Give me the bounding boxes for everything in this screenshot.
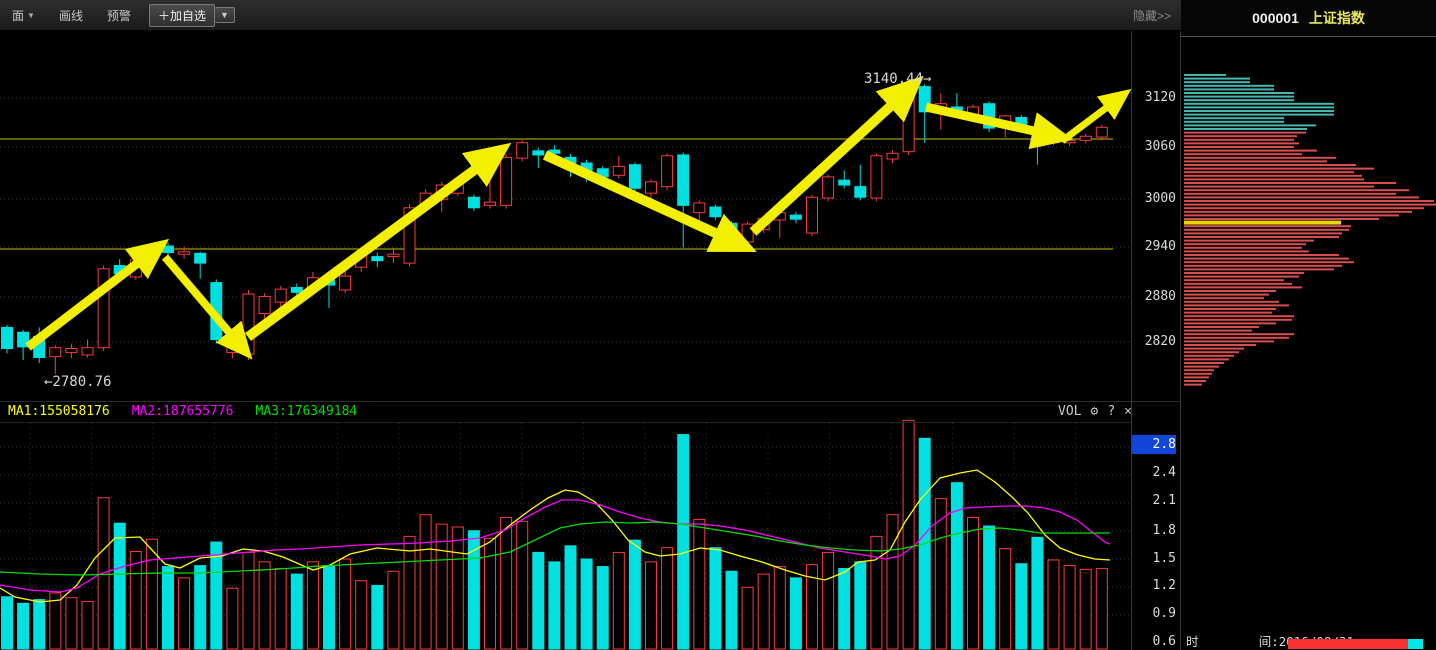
price-axis-label: 2820 — [1132, 334, 1176, 349]
menu-surface-label: 面 — [12, 7, 24, 24]
stock-name: 上证指数 — [1309, 8, 1365, 28]
volume-axis-label: 0.6 — [1132, 634, 1176, 649]
high-annotation: 3140.44→ — [864, 71, 931, 87]
price-axis-label: 3060 — [1132, 139, 1176, 154]
chevron-down-icon: ▼ — [27, 11, 35, 20]
low-annotation: ←2780.76 — [44, 374, 111, 390]
alert-button[interactable]: 预警 — [95, 7, 143, 24]
top-toolbar: 面 ▼ 画线 预警 ＋加自选 ▼ 隐藏>> — [0, 0, 1181, 31]
volume-ma-legend: MA1:155058176 MA2:187655776 MA3:176349184 — [8, 404, 357, 419]
stock-app-window: 面 ▼ 画线 预警 ＋加自选 ▼ 隐藏>> 000001 上证指数 MA1:15… — [0, 0, 1436, 650]
price-axis-label: 2940 — [1132, 239, 1176, 254]
candlestick-series — [2, 81, 1108, 374]
volume-axis-label: 2.1 — [1132, 493, 1176, 508]
profit-ratio-cyan — [1408, 639, 1423, 649]
chip-distribution-histogram — [1184, 74, 1436, 386]
gear-icon[interactable]: ⚙ — [1090, 404, 1098, 419]
profit-ratio-bar — [1288, 639, 1423, 649]
volume-bars — [2, 420, 1108, 649]
stock-code: 000001 — [1252, 10, 1299, 26]
volume-axis-label: 0.9 — [1132, 606, 1176, 621]
volume-axis-label: 2.4 — [1132, 465, 1176, 480]
price-axis-label: 3000 — [1132, 191, 1176, 206]
chart-canvas[interactable] — [0, 0, 1436, 650]
ma1-legend: MA1:155058176 — [8, 404, 110, 419]
price-axis-label: 3120 — [1132, 90, 1176, 105]
ma3-legend: MA3:176349184 — [256, 404, 358, 419]
trend-arrows — [28, 92, 1118, 347]
quote-header: 000001 上证指数 — [1181, 0, 1436, 36]
help-icon[interactable]: ? — [1107, 404, 1115, 419]
ma2-legend: MA2:187655776 — [132, 404, 234, 419]
profit-ratio-red — [1288, 639, 1408, 649]
add-watchlist-button[interactable]: ＋加自选 — [149, 4, 215, 27]
hide-panel-link[interactable]: 隐藏>> — [1133, 7, 1171, 24]
volume-axis-badge: 2.8 — [1132, 435, 1176, 454]
volume-axis-label: 1.2 — [1132, 578, 1176, 593]
vol-indicator-label: VOL — [1058, 404, 1081, 419]
volume-pane-controls: VOL ⚙ ? × — [1058, 404, 1132, 419]
close-icon[interactable]: × — [1124, 404, 1132, 419]
volume-axis-label: 1.8 — [1132, 523, 1176, 538]
menu-surface-button[interactable]: 面 ▼ — [0, 7, 47, 24]
price-axis-label: 2880 — [1132, 289, 1176, 304]
add-watchlist-dropdown[interactable]: ▼ — [215, 7, 235, 23]
draw-line-button[interactable]: 画线 — [47, 7, 95, 24]
volume-axis-label: 1.5 — [1132, 551, 1176, 566]
